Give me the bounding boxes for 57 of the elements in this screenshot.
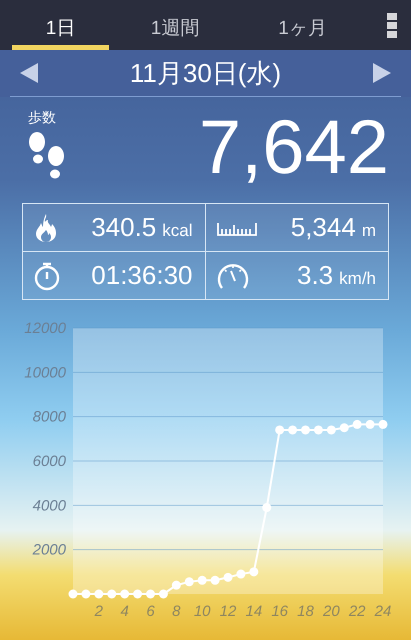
data-point [326, 425, 336, 434]
data-point [94, 590, 104, 598]
data-point [366, 420, 375, 429]
tab[interactable]: 1ヶ月 [241, 0, 364, 50]
stat-value: 340.5 kcal [91, 212, 192, 243]
next-arrow-icon[interactable] [370, 61, 393, 85]
stat-value: 01:36:30 [91, 260, 192, 291]
data-point [236, 570, 246, 579]
axis-label: 12 [220, 603, 236, 620]
data-point [301, 425, 310, 434]
step-count: 7,642 [198, 104, 389, 192]
data-point [378, 420, 388, 429]
data-point [340, 423, 349, 432]
data-point [210, 576, 220, 585]
axis-label: 4 [120, 603, 129, 620]
data-point [146, 590, 155, 598]
axis-label: 16 [271, 603, 288, 620]
axis-label: 18 [297, 603, 314, 620]
axis-label: 14 [246, 603, 262, 620]
data-point [262, 503, 272, 512]
tab[interactable]: 1週間 [109, 0, 241, 50]
axis-label: 4000 [32, 497, 66, 514]
data-point [275, 425, 284, 434]
menu-icon[interactable] [387, 12, 397, 38]
data-point [120, 590, 130, 598]
axis-label: 8 [172, 603, 180, 620]
axis-label: 22 [348, 603, 366, 620]
data-point [249, 567, 258, 576]
data-point [172, 580, 181, 590]
data-point [288, 425, 298, 434]
axis-label: 2 [94, 603, 103, 620]
flame-icon [33, 212, 59, 242]
stat-value: 3.3 km/h [297, 260, 376, 291]
data-point [81, 590, 90, 598]
axis-label: 24 [374, 603, 392, 620]
axis-label: 6 [146, 603, 155, 620]
axis-label: 6000 [32, 453, 66, 470]
data-point [158, 590, 168, 598]
data-point [133, 590, 142, 598]
previous-arrow-icon[interactable] [18, 61, 40, 85]
steps-label: 歩数 [28, 109, 57, 127]
data-point [224, 572, 232, 582]
data-point [198, 576, 207, 585]
axis-label: 2000 [32, 542, 66, 559]
data-point [68, 590, 78, 598]
stopwatch-icon [33, 260, 61, 290]
axis-label: 10 [194, 603, 210, 620]
data-point [107, 590, 116, 598]
data-point [314, 425, 323, 434]
axis-label: 10000 [24, 364, 66, 382]
axis-label: 20 [323, 603, 340, 620]
axis-label: 12000 [24, 320, 66, 337]
data-point [184, 577, 194, 586]
axis-label: 8000 [32, 408, 66, 426]
data-point [352, 420, 362, 429]
stat-value: 5,344 m [290, 212, 376, 243]
date-label: 11月30日(水) [130, 56, 282, 90]
